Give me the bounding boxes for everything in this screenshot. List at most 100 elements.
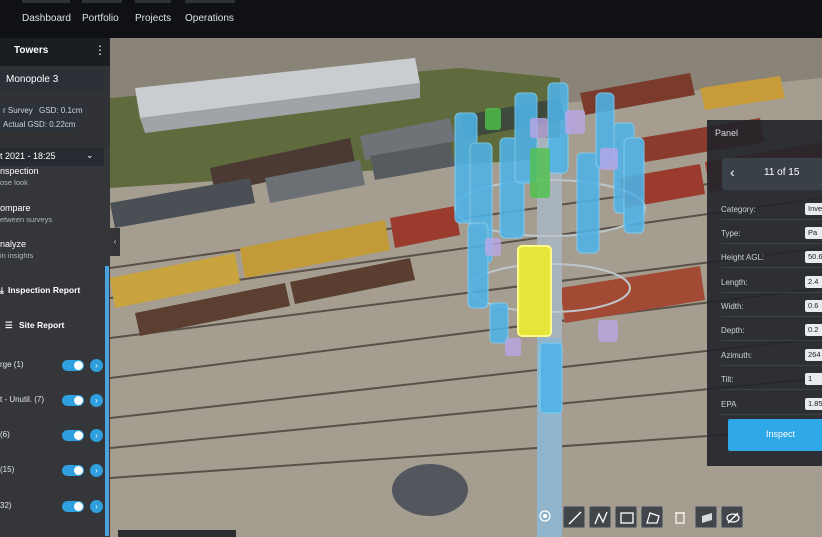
3d-viewport[interactable] (0, 38, 822, 537)
chevron-right-icon[interactable]: › (90, 359, 103, 372)
layer-label: t - Unutil. (7) (0, 395, 45, 404)
tab-portfolio[interactable]: Portfolio (82, 0, 122, 38)
layer-toggle[interactable] (62, 501, 84, 512)
panel-details: Panel ‹ 11 of 15 Category: Inven Type: P… (707, 120, 822, 466)
tab-operations[interactable]: Operations (185, 0, 235, 38)
property-key: Height AGL: (721, 253, 765, 262)
sidebar-item-title: nspection (0, 166, 39, 176)
coordinate-readout (118, 530, 236, 537)
tab-dashboard[interactable]: Dashboard (22, 0, 71, 38)
polyline-icon[interactable] (589, 506, 611, 528)
kebab-menu-icon[interactable]: ⋮ (94, 43, 106, 57)
sidebar-header: Towers ⋮ (0, 38, 110, 66)
layer-label: (15) (0, 465, 15, 474)
layer-label: rge (1) (0, 360, 24, 369)
layer-toggle[interactable] (62, 430, 84, 441)
property-row: Length: 2.4 (721, 275, 822, 293)
sidebar-item-analyze[interactable]: nalyze in insights (0, 239, 104, 265)
layer-toggle[interactable] (62, 395, 84, 406)
property-value[interactable]: 50.6 (805, 251, 822, 263)
property-value[interactable]: 0.6 (805, 300, 822, 312)
layers-icon[interactable] (695, 506, 717, 528)
property-value[interactable]: 1.85 (805, 398, 822, 410)
line-icon[interactable] (563, 506, 585, 528)
panel-pager: ‹ 11 of 15 (722, 158, 822, 190)
property-row: Type: Pa (721, 226, 822, 244)
delete-icon[interactable] (669, 506, 691, 528)
top-nav-bar: Dashboard Portfolio Projects Operations (0, 0, 822, 38)
sidebar-title: Towers (14, 45, 49, 56)
layer-toggle[interactable] (62, 360, 84, 371)
property-key: Azimuth: (721, 351, 753, 360)
property-key: Category: (721, 205, 756, 214)
layer-row: (6) › (0, 428, 104, 444)
hide-icon[interactable] (721, 506, 743, 528)
gsd-chip: GSD: 0.1cm (36, 105, 86, 117)
sidebar-item-subtitle: etween surveys (0, 215, 53, 224)
toggle-knob (74, 396, 83, 405)
property-row: Width: 0.6 (721, 299, 822, 317)
panel-title: Panel (715, 128, 739, 138)
property-row: Depth: 0.2 (721, 323, 822, 341)
tab-label: Dashboard (22, 13, 71, 24)
chevron-down-icon: ⌄ (86, 150, 94, 160)
property-value[interactable]: 264 (805, 349, 822, 361)
property-key: Width: (721, 302, 744, 311)
property-key: Length: (721, 278, 748, 287)
site-report-button[interactable]: ☰ Site Report (0, 317, 104, 335)
tab-indicator (135, 0, 171, 3)
layer-row: (15) › (0, 463, 104, 479)
layer-row: rge (1) › (0, 358, 104, 374)
inspection-report-button[interactable]: ⤓ Inspection Report (0, 282, 104, 300)
sidebar-item-compare[interactable]: ompare etween surveys (0, 203, 104, 229)
layer-label: (6) (0, 430, 10, 439)
chevron-right-icon[interactable]: › (90, 464, 103, 477)
toggle-knob (74, 361, 83, 370)
tab-label: Operations (185, 13, 234, 24)
tab-label: Projects (135, 13, 172, 24)
layer-row: 32) › (0, 499, 104, 515)
survey-date-label: t 2021 - 18:25 (0, 151, 56, 161)
tab-projects[interactable]: Projects (135, 0, 171, 38)
property-row: Category: Inven (721, 202, 822, 220)
toggle-knob (74, 502, 83, 511)
sidebar-item-subtitle: in insights (0, 251, 34, 260)
property-key: Tilt: (721, 375, 734, 384)
property-key: Depth: (721, 326, 745, 335)
property-key: EPA (721, 400, 737, 409)
point-icon[interactable] (535, 506, 557, 528)
chevron-left-icon[interactable]: ‹ (730, 164, 735, 180)
tower-selector[interactable]: Monopole 3 (0, 69, 104, 91)
chevron-right-icon[interactable]: › (90, 394, 103, 407)
property-value[interactable]: Inven (805, 203, 822, 215)
box-icon[interactable] (615, 506, 637, 528)
actual-gsd-chip: Actual GSD: 0.22cm (0, 119, 79, 131)
pager-count: 11 of 15 (764, 167, 800, 178)
layer-row: t - Unutil. (7) › (0, 393, 104, 409)
report-icon: ⤓ (0, 285, 4, 295)
property-value[interactable]: 0.2 (805, 324, 822, 336)
property-row: Azimuth: 264 (721, 348, 822, 366)
selected-panel-highlight[interactable] (517, 245, 552, 337)
property-row: Height AGL: 50.6 (721, 250, 822, 268)
property-value[interactable]: 1 (805, 373, 822, 385)
sidebar-item-inspection[interactable]: nspection ose look (0, 166, 104, 192)
sidebar-scrollbar[interactable] (105, 266, 109, 536)
property-value[interactable]: Pa (805, 227, 822, 239)
chevron-right-icon[interactable]: › (90, 429, 103, 442)
collapse-sidebar-icon[interactable]: ‹ (110, 228, 120, 256)
property-row: Tilt: 1 (721, 372, 822, 390)
property-row: EPA 1.85 (721, 397, 822, 415)
property-value[interactable]: 2.4 (805, 276, 822, 288)
survey-date-dropdown[interactable]: t 2021 - 18:25 ⌄ (0, 148, 104, 166)
chevron-right-icon[interactable]: › (90, 500, 103, 513)
scene-render (0, 38, 822, 537)
inspect-button[interactable]: Inspect (728, 419, 822, 451)
sidebar-item-title: nalyze (0, 239, 27, 249)
area-icon[interactable] (641, 506, 663, 528)
tab-indicator (82, 0, 122, 3)
list-icon: ☰ (5, 320, 13, 330)
layer-toggle[interactable] (62, 465, 84, 476)
site-report-label: Site Report (19, 320, 65, 330)
tower-shadow (392, 464, 468, 516)
